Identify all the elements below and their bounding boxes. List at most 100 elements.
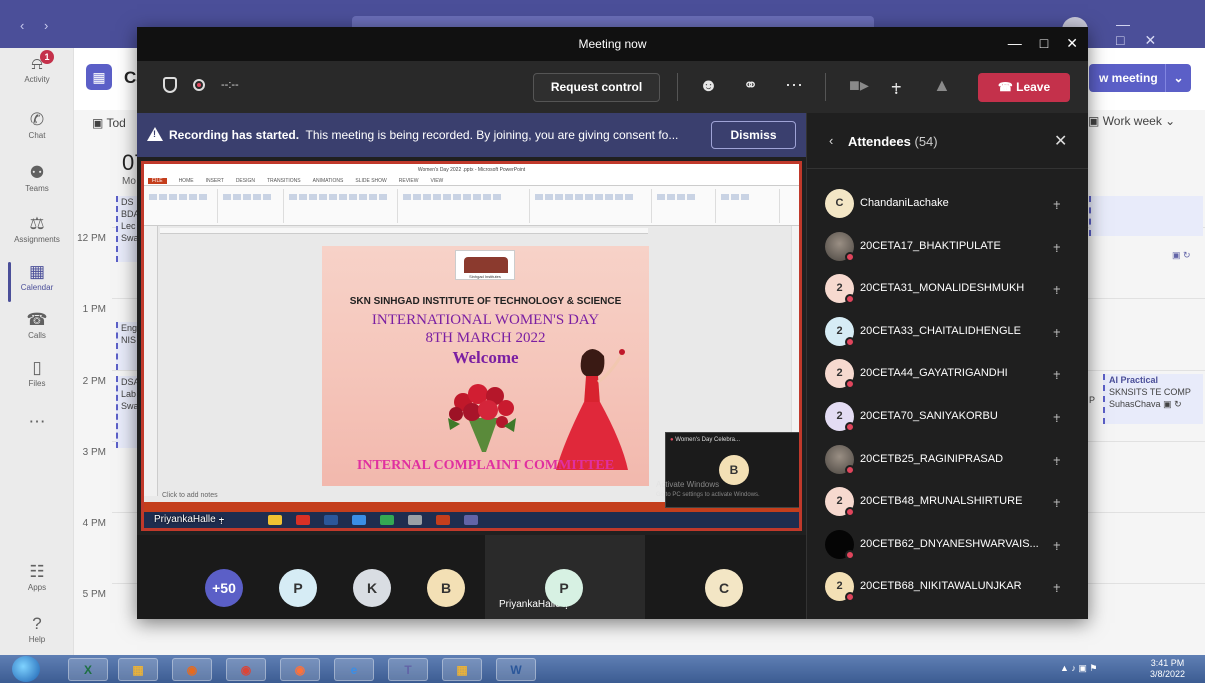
new-meeting-label: w meeting [1099,71,1158,85]
rail-item-calls[interactable]: ☎ Calls [0,310,74,340]
chrome-icon[interactable]: ◉ [226,658,266,681]
request-control-button[interactable]: Request control [533,73,660,102]
recording-banner: Recording has started. This meeting is b… [137,113,806,157]
back-arrow-icon[interactable]: ‹ [20,18,24,33]
rail-item-help[interactable]: ? Help [0,614,74,644]
excel-icon[interactable]: X [68,658,108,681]
dismiss-button[interactable]: Dismiss [711,121,796,149]
chevron-left-icon[interactable]: ‹ [829,133,833,148]
mic-off-icon[interactable]: ⨥ [1053,280,1061,296]
attendee-row[interactable]: 2 20CETA31_MONALIDESHMUKH ⨥ [807,268,1088,310]
rail-item-activity[interactable]: ⍾ Activity 1 [0,50,74,84]
rail-item-assignments[interactable]: ⚖ Assignments [0,214,74,244]
chrome-icon [380,515,394,525]
attendee-row[interactable]: 2 20CETA70_SANIYAKORBU ⨥ [807,396,1088,438]
more-options-icon[interactable]: ⋯ [785,75,803,95]
attendee-name: 20CETB62_DNYANESHWARVAIS... [860,537,1039,550]
ribbon-group-editing [720,189,780,223]
participant-avatar[interactable]: C [705,569,743,607]
calendar-event[interactable]: DS BDA Lec Swa [116,196,138,262]
window-controls[interactable]: —□✕ [1116,16,1205,49]
minimize-icon[interactable]: — [1008,35,1022,51]
mic-off-icon[interactable]: ⨥ [1053,408,1061,424]
attendee-name: 20CETA70_SANIYAKORBU [860,410,998,422]
calendar-event[interactable] [1089,196,1203,236]
presenter-label: PriyankaHalle [154,514,216,525]
attendee-row[interactable]: 20CETA17_BHAKTIPULATE ⨥ [807,226,1088,268]
rail-item-chat[interactable]: ✆ Chat [0,110,74,140]
mic-off-icon[interactable]: ⨥ [1053,195,1061,211]
meeting-timer: --:-- [221,79,239,91]
windows-taskbar: X ▦ ◉ ◉ ◉ e T ▦ W ▲ ♪ ▣ ⚑ 3:41 PM 3/8/202… [0,655,1205,683]
folder-icon[interactable]: ▦ [118,658,158,681]
clock[interactable]: 3:41 PM 3/8/2022 [1150,658,1185,680]
attendee-row[interactable]: 2 20CETB68_NIKITAWALUNJKAR ⨥ [807,566,1088,608]
ie-icon[interactable]: e [334,658,374,681]
shield-icon[interactable] [163,77,177,93]
mic-off-icon[interactable]: ⨥ [1053,493,1061,509]
status-dot [845,336,855,347]
calendar-event[interactable]: DSA Lab Swa [116,376,138,448]
calendar-event-ai-practical[interactable]: AI Practical SKNSITS TE COMP SuhasChava … [1103,374,1203,424]
mic-off-icon[interactable]: ⨥ [1053,323,1061,339]
clock-date: 3/8/2022 [1150,669,1186,679]
time-label: 2 PM [82,376,106,387]
close-icon[interactable]: ✕ [1066,35,1078,51]
attendee-row[interactable]: 20CETB62_DNYANESHWARVAIS... ⨥ [807,524,1088,566]
mic-off-icon[interactable]: ⨥ [1053,578,1061,594]
media-player-icon[interactable]: ◉ [172,658,212,681]
system-tray[interactable]: ▲ ♪ ▣ ⚑ [1060,663,1097,674]
avatar [825,529,855,560]
status-dot [845,592,855,603]
ruler [160,228,648,234]
today-button[interactable]: ▣ Tod [92,116,126,130]
people-icon[interactable]: ☻ [699,75,718,95]
rail-item-apps[interactable]: ☷ Apps [0,562,74,592]
calendar-small-icon: ▣ [1088,114,1100,128]
rail-item-[interactable]: ⋯ [0,412,74,433]
computer-icon[interactable]: ▦ [442,658,482,681]
attendee-row[interactable]: C ChandaniLachake ⨥ [807,183,1088,225]
attendee-row[interactable]: 2 20CETA44_GAYATRIGANDHI ⨥ [807,353,1088,395]
mic-off-icon[interactable]: ⨥ [1053,536,1061,552]
participant-avatar[interactable]: B [427,569,465,607]
leave-button[interactable]: ☎ Leave [978,73,1070,102]
rail-item-files[interactable]: ▯ Files [0,358,74,388]
maximize-icon[interactable]: □ [1040,35,1048,51]
overflow-participants-button[interactable]: +50 [205,569,243,607]
help-icon: ? [32,614,42,633]
rail-item-calendar[interactable]: ▦ Calendar [0,262,74,302]
mic-off-icon[interactable]: ⨥ [1053,451,1061,467]
camera-off-icon[interactable]: ■▸ [849,75,869,95]
mic-off-icon[interactable]: ⨥ [1053,238,1061,254]
view-selector[interactable]: ▣ Work week ⌄ [1088,114,1175,128]
attendee-row[interactable]: 20CETB25_RAGINIPRASAD ⨥ [807,439,1088,481]
chevron-down-icon[interactable]: ⌄ [1165,64,1191,92]
firefox-icon[interactable]: ◉ [280,658,320,681]
chat-icon[interactable]: ⚭ [743,75,758,95]
event-organizer: SuhasChava [1109,399,1161,409]
phone-icon: ☎ [26,310,48,329]
participant-avatar[interactable]: P [545,569,583,607]
close-icon[interactable]: ✕ [1054,131,1067,151]
calendar-event[interactable]: Eng NIS [116,322,138,370]
attendee-row[interactable]: 2 20CETA33_CHAITALIDHENGLE ⨥ [807,311,1088,353]
powerpoint-icon [436,515,450,525]
teams-icon[interactable]: T [388,658,428,681]
mic-off-icon[interactable]: ⨥ [1053,365,1061,381]
share-tray-icon[interactable]: ▲ [933,75,951,95]
day-name: Mo [122,176,136,187]
status-dot [845,549,855,560]
participant-avatar[interactable]: P [279,569,317,607]
start-button[interactable] [12,656,40,682]
new-meeting-button[interactable]: w meeting ⌄ [1089,64,1191,92]
forward-arrow-icon[interactable]: › [44,18,48,33]
word-icon[interactable]: W [496,658,536,681]
participant-avatar[interactable]: K [353,569,391,607]
notes-pane[interactable]: Click to add notes [162,492,218,499]
warning-icon [147,127,163,141]
activate-line-2: Go to PC settings to activate Windows. [656,492,760,498]
mic-off-icon[interactable]: ⨥ [891,75,902,95]
attendee-row[interactable]: 2 20CETB48_MRUNALSHIRTURE ⨥ [807,481,1088,523]
rail-item-teams[interactable]: ⚉ Teams [0,163,74,193]
